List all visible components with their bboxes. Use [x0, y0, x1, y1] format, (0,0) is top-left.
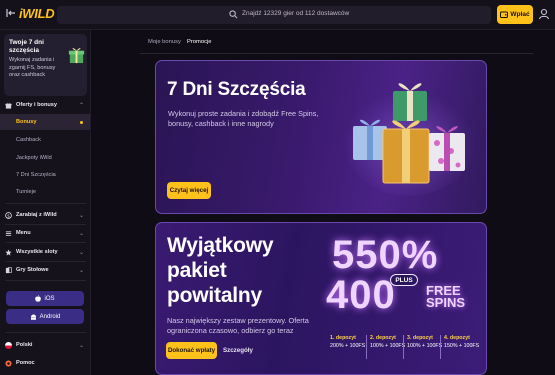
divider: [5, 332, 86, 333]
ios-label: iOS: [44, 295, 55, 302]
sub-item-label: 7 Dni Szczęścia: [16, 172, 56, 178]
sub-item-cashback[interactable]: Cashback: [0, 132, 90, 148]
active-dot: [80, 120, 83, 124]
nav-table-games-label: Gry Stołowe: [16, 267, 49, 273]
nav-menu-label: Menu: [16, 230, 31, 236]
deposit-button-label: Wpłać: [510, 11, 530, 18]
nav-all-slots[interactable]: Wszystkie sloty ⌄: [0, 244, 90, 260]
bonus-percent: 550%: [332, 233, 439, 277]
tabs-divider: [140, 53, 533, 54]
sub-item-label: Turnieje: [16, 189, 37, 195]
help-link[interactable]: Pomoc: [0, 355, 90, 371]
deposit-step: 3. depozyt 100% + 100FS: [407, 335, 443, 350]
deposit-step-label: 2. depozyt: [370, 335, 396, 341]
chevron-down-icon: ⌄: [78, 249, 84, 256]
deposit-step-value: 150% + 100FS: [444, 342, 480, 349]
search-bar[interactable]: Znajdź 12329 gier od 112 dostawców: [57, 6, 491, 24]
chevron-down-icon: ⌄: [78, 230, 84, 237]
deposit-button[interactable]: Wpłać: [497, 5, 533, 24]
top-bar: iWILD Znajdź 12329 gier od 112 dostawców…: [0, 0, 555, 30]
deposit-step-label: 4. depozyt: [444, 335, 470, 341]
divider: [5, 280, 86, 281]
details-link[interactable]: Szczegóły: [223, 347, 253, 354]
free-spins-count: 400: [326, 273, 396, 317]
deposit-step-label: 1. depozyt: [330, 335, 356, 341]
gift-icon: [5, 102, 12, 109]
plus-badge: PLUS: [390, 274, 418, 286]
deposit-step: 4. depozyt 150% + 100FS: [444, 335, 480, 350]
deposit-step-value: 100% + 100FS: [370, 342, 406, 349]
banner-desc: Wykonuj proste zadania i zdobądź Free Sp…: [168, 109, 319, 128]
poland-flag-icon: [5, 341, 12, 349]
help-label: Pomoc: [16, 360, 35, 366]
language-selector[interactable]: Polski ⌄: [0, 337, 90, 353]
search-input[interactable]: Znajdź 12329 gier od 112 dostawców: [242, 10, 349, 17]
promo-card[interactable]: Twoje 7 dni szczęścia Wykonaj zadania i …: [4, 34, 87, 96]
nav-offers-label: Oferty i bonusy: [16, 102, 58, 108]
help-icon: [5, 359, 12, 367]
sidebar: Twoje 7 dni szczęścia Wykonaj zadania i …: [0, 30, 91, 375]
nav-earn-label: Zarabiaj z iWild: [16, 212, 57, 218]
nav-earn[interactable]: $ Zarabiaj z iWild ⌄: [0, 207, 90, 223]
gift-boxes-illustration: [343, 83, 475, 196]
promo-card-desc: Wykonaj zadania i zgarnij FS, bonusy ora…: [9, 57, 56, 78]
sub-item-7-days[interactable]: 7 Dni Szczęścia: [0, 167, 90, 183]
android-icon: [30, 314, 36, 320]
sub-item-label: Cashback: [16, 137, 41, 143]
deposit-now-button[interactable]: Dokonać wpłaty: [166, 342, 217, 359]
sub-item-jackpots[interactable]: Jackpoty iWild: [0, 150, 90, 166]
sub-item-tournaments[interactable]: Turnieje: [0, 184, 90, 200]
tab-promotions[interactable]: Promocje: [187, 36, 212, 54]
main-content: Moje bonusy Promocje 7 Dni Szczęścia Wyk…: [92, 30, 555, 375]
apple-icon: [35, 295, 42, 302]
divider: [5, 242, 86, 243]
banner-title: 7 Dni Szczęścia: [167, 79, 306, 100]
divider: [5, 203, 86, 204]
banner-title: Wyjątkowy pakiet powitalny: [167, 234, 274, 307]
svg-text:$: $: [7, 213, 10, 219]
deposit-step-label: 3. depozyt: [407, 335, 433, 341]
deposit-step: 1. depozyt 200% + 100FS: [330, 335, 366, 350]
android-label: Android: [39, 313, 61, 320]
language-label: Polski: [16, 342, 33, 348]
slots-icon: [5, 248, 12, 255]
gift-icon: [68, 48, 85, 64]
wallet-icon: [500, 11, 509, 18]
chevron-down-icon: ⌄: [78, 267, 84, 274]
chevron-down-icon: ⌄: [78, 212, 84, 219]
search-icon: [229, 10, 238, 19]
promo-banner-welcome[interactable]: Wyjątkowy pakiet powitalny Nasz najwięks…: [155, 222, 487, 375]
spins-label: SPINS: [426, 295, 466, 310]
banner-desc: Nasz największy zestaw prezentowy. Ofert…: [167, 316, 309, 335]
divider: [366, 335, 367, 359]
promo-banner-7-days[interactable]: 7 Dni Szczęścia Wykonuj proste zadania i…: [155, 60, 487, 214]
sub-item-label: Bonusy: [16, 119, 37, 125]
ios-app-button[interactable]: iOS: [6, 291, 84, 306]
deposit-step-value: 100% + 100FS: [407, 342, 443, 349]
divider: [440, 335, 441, 359]
menu-icon: [5, 230, 12, 236]
promo-card-title: Twoje 7 dni szczęścia: [9, 39, 44, 54]
logo[interactable]: iWILD: [19, 6, 55, 21]
chevron-down-icon: ⌄: [78, 342, 84, 349]
nav-table-games[interactable]: Gry Stołowe ⌄: [0, 262, 90, 278]
deposit-step-value: 200% + 100FS: [330, 342, 366, 349]
android-app-button[interactable]: Android: [6, 309, 84, 324]
read-more-button[interactable]: Czytaj więcej: [167, 182, 211, 199]
free-spins-label: FREE SPINS: [426, 284, 466, 310]
divider: [403, 335, 404, 359]
chevron-up-icon: ⌃: [78, 102, 84, 109]
user-icon[interactable]: [538, 8, 550, 20]
deposit-step: 2. depozyt 100% + 100FS: [370, 335, 406, 350]
cards-icon: [5, 266, 12, 273]
deposit-steps: 1. depozyt 200% + 100FS 2. depozyt 100% …: [330, 335, 480, 365]
nav-all-slots-label: Wszystkie sloty: [16, 249, 58, 255]
dollar-icon: $: [5, 211, 12, 219]
sub-item-bonuses[interactable]: Bonusy: [0, 114, 90, 130]
nav-offers[interactable]: Oferty i bonusy ⌃: [0, 97, 90, 113]
sub-item-label: Jackpoty iWild: [16, 155, 52, 161]
tab-my-bonuses[interactable]: Moje bonusy: [148, 36, 181, 54]
nav-menu[interactable]: Menu ⌄: [0, 225, 90, 241]
collapse-sidebar-icon[interactable]: [5, 8, 17, 20]
